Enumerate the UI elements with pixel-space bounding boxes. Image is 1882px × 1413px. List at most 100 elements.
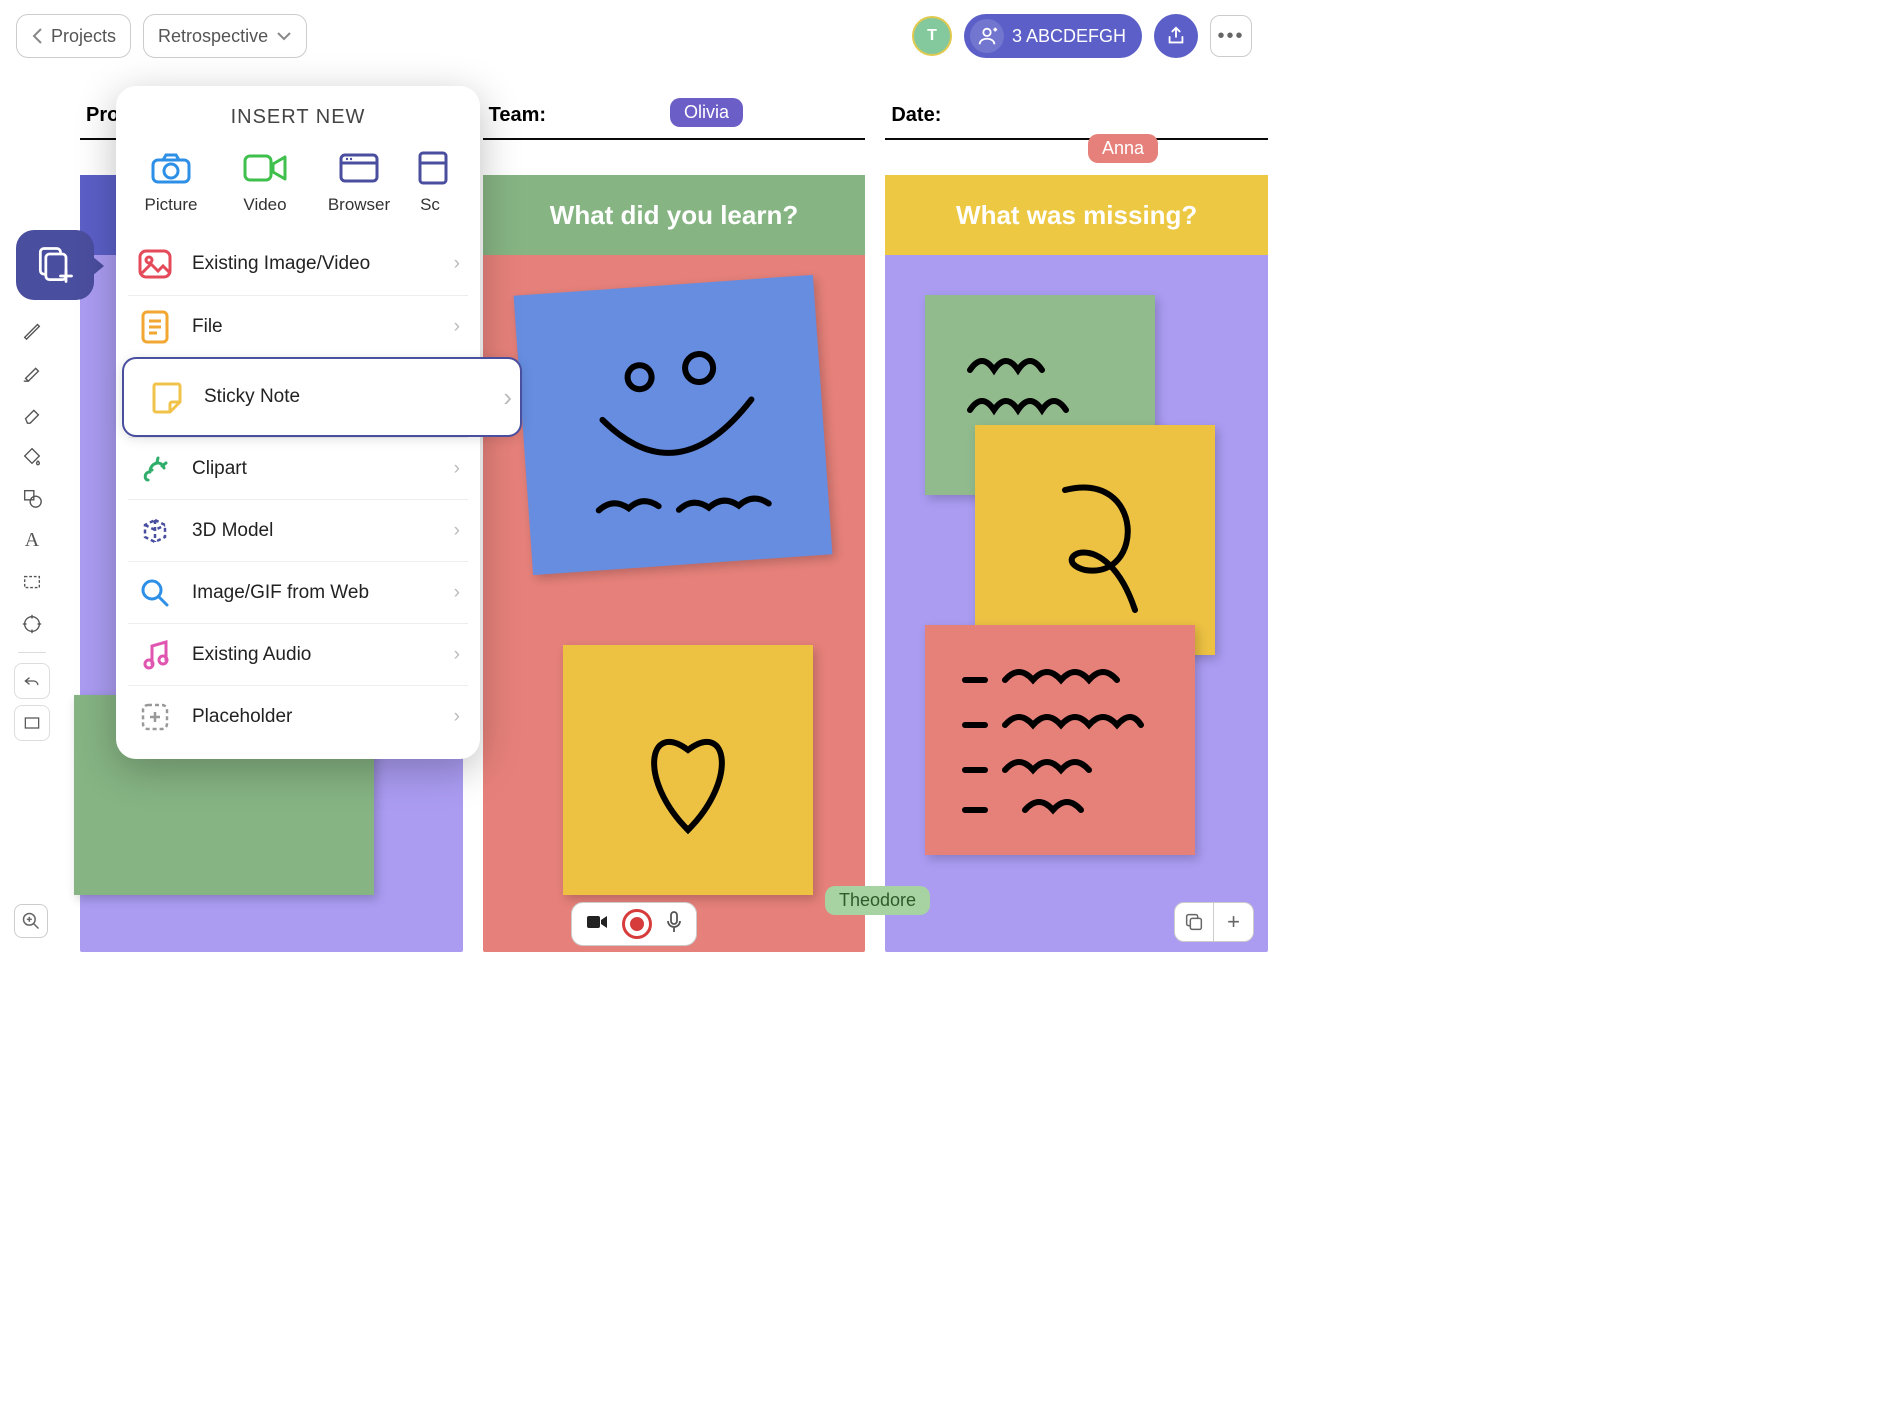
select-icon [21, 571, 43, 593]
insert-icon [33, 243, 77, 287]
chevron-right-icon: › [503, 382, 512, 413]
label: Clipart [192, 458, 247, 480]
insert-web-image[interactable]: Image/GIF from Web › [128, 561, 468, 623]
chevron-right-icon: › [454, 458, 460, 480]
target-icon [21, 613, 43, 635]
audio-icon [136, 636, 174, 674]
collaborators-pill[interactable]: 3 ABCDEFGH [964, 14, 1142, 58]
chevron-right-icon: › [454, 582, 460, 604]
loop-drawing [1025, 460, 1165, 620]
avatar-initial: T [927, 27, 937, 45]
3d-model-icon [136, 512, 174, 550]
label: Picture [145, 195, 198, 214]
chevron-down-icon [276, 31, 292, 41]
board-column-3[interactable]: What was missing? [885, 175, 1268, 952]
share-button[interactable] [1154, 14, 1198, 58]
mic-toggle[interactable] [666, 911, 682, 938]
insert-sticky-note[interactable]: Sticky Note › [122, 357, 522, 437]
back-button[interactable]: Projects [16, 14, 131, 58]
placeholder-icon [136, 698, 174, 736]
smiley-drawing [545, 307, 800, 543]
label: 3D Model [192, 520, 273, 542]
zoom-button[interactable] [14, 904, 48, 938]
label: Sticky Note [204, 386, 300, 408]
plus-icon: + [1227, 909, 1240, 935]
insert-clipart[interactable]: Clipart › [128, 437, 468, 499]
project-dropdown[interactable]: Retrospective [143, 14, 307, 58]
label: File [192, 316, 223, 338]
fullscreen-icon [22, 713, 42, 733]
collab-label: 3 ABCDEFGH [1012, 26, 1126, 47]
sticky-note[interactable] [513, 275, 832, 575]
camera-toggle[interactable] [586, 914, 608, 935]
label: Placeholder [192, 706, 292, 728]
board-column-2[interactable]: What did you learn? [483, 175, 866, 952]
text-icon: A [25, 529, 39, 552]
insert-file[interactable]: File › [128, 295, 468, 357]
chevron-right-icon: › [454, 644, 460, 666]
shape-icon [21, 487, 43, 509]
avatar[interactable]: T [912, 16, 952, 56]
chevron-right-icon: › [454, 253, 460, 275]
label: Image/GIF from Web [192, 582, 369, 604]
add-page-button[interactable]: + [1214, 902, 1254, 942]
person-add-icon [970, 19, 1004, 53]
insert-audio[interactable]: Existing Audio › [128, 623, 468, 685]
record-button[interactable] [622, 909, 652, 939]
zoom-icon [21, 911, 41, 931]
insert-browser[interactable]: Browser [316, 151, 402, 215]
eraser-tool[interactable] [14, 396, 50, 432]
fullscreen-tool[interactable] [14, 705, 50, 741]
pages-icon [1183, 911, 1205, 933]
clipart-icon [136, 450, 174, 488]
user-tag-olivia: Olivia [670, 98, 743, 127]
column-header: What was missing? [885, 175, 1268, 255]
back-label: Projects [51, 26, 116, 47]
sticky-note[interactable] [975, 425, 1215, 655]
label: Browser [328, 195, 390, 214]
user-tag-anna: Anna [1088, 134, 1158, 163]
scan-icon [410, 151, 456, 185]
board-label-date: Date: [885, 100, 1268, 140]
insert-video[interactable]: Video [222, 151, 308, 215]
undo-icon [22, 671, 42, 691]
text-tool[interactable]: A [14, 522, 50, 558]
web-search-icon [136, 574, 174, 612]
insert-scan[interactable]: Sc [410, 151, 450, 215]
chevron-right-icon: › [454, 706, 460, 728]
undo-tool[interactable] [14, 663, 50, 699]
insert-existing-media[interactable]: Existing Image/Video › [128, 233, 468, 295]
pen-tool[interactable] [14, 312, 50, 348]
insert-button[interactable] [16, 230, 94, 300]
fill-icon [21, 445, 43, 467]
pen-icon [21, 319, 43, 341]
project-title: Retrospective [158, 26, 268, 47]
highlighter-tool[interactable] [14, 354, 50, 390]
label: Existing Image/Video [192, 253, 370, 275]
ellipsis-icon: ••• [1217, 25, 1244, 48]
insert-placeholder[interactable]: Placeholder › [128, 685, 468, 747]
popover-title: INSERT NEW [116, 86, 480, 141]
select-tool[interactable] [14, 564, 50, 600]
highlighter-icon [21, 361, 43, 383]
chevron-right-icon: › [454, 520, 460, 542]
video-icon [242, 151, 288, 185]
eraser-icon [21, 403, 43, 425]
chevron-left-icon [31, 27, 43, 45]
share-icon [1165, 25, 1187, 47]
user-tag-theodore: Theodore [825, 886, 930, 915]
target-tool[interactable] [14, 606, 50, 642]
insert-3d-model[interactable]: 3D Model › [128, 499, 468, 561]
fill-tool[interactable] [14, 438, 50, 474]
camera-icon [148, 151, 194, 185]
image-icon [136, 245, 174, 283]
shape-tool[interactable] [14, 480, 50, 516]
pages-button[interactable] [1174, 902, 1214, 942]
label: Existing Audio [192, 644, 311, 666]
label: Sc [420, 195, 440, 214]
more-button[interactable]: ••• [1210, 15, 1252, 57]
recording-toolbar [571, 902, 697, 946]
sticky-note[interactable] [563, 645, 813, 895]
sticky-note[interactable] [925, 625, 1195, 855]
insert-picture[interactable]: Picture [128, 151, 214, 215]
